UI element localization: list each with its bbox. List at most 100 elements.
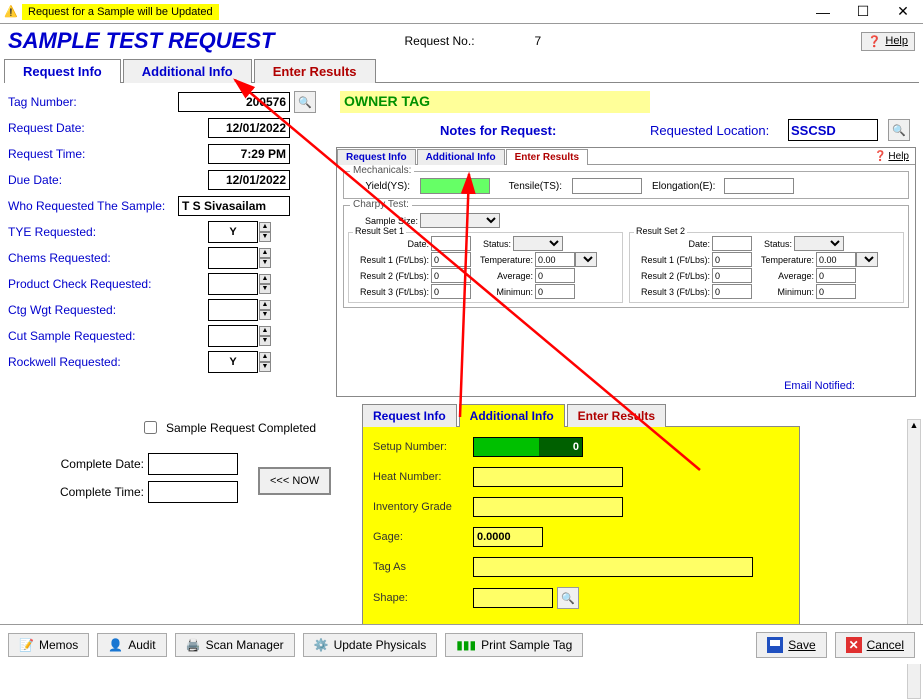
rs1-result1-label: Result 1 (Ft/Lbs): (351, 255, 429, 265)
inventory-grade-input[interactable] (473, 497, 623, 517)
rs2-result2-input[interactable] (712, 268, 752, 283)
spinner-down-icon[interactable]: ▼ (259, 284, 271, 294)
owner-tag-label: OWNER TAG (340, 91, 650, 113)
spinner-up-icon[interactable]: ▲ (259, 222, 271, 232)
who-requested-input[interactable] (178, 196, 290, 216)
rs1-date-input[interactable] (431, 236, 471, 251)
subtab2-enter-results[interactable]: Enter Results (567, 404, 666, 427)
spinner-up-icon[interactable]: ▲ (259, 326, 271, 336)
rs2-result1-input[interactable] (712, 252, 752, 267)
rs1-temp-unit-select[interactable] (575, 252, 597, 267)
due-date-input[interactable] (208, 170, 290, 190)
spinner-down-icon[interactable]: ▼ (259, 336, 271, 346)
cancel-button[interactable]: ✕Cancel (835, 632, 915, 658)
minimize-button[interactable]: — (803, 0, 843, 24)
cut-sample-requested-spinner[interactable]: ▲▼ (208, 325, 258, 347)
help-button[interactable]: ❓ Help (861, 32, 915, 51)
tab-request-info[interactable]: Request Info (4, 59, 121, 83)
shape-input[interactable] (473, 588, 553, 608)
main-tabstrip: Request Info Additional Info Enter Resul… (4, 58, 919, 83)
subtab-additional-info[interactable]: Additional Info (417, 149, 505, 165)
spinner-down-icon[interactable]: ▼ (259, 258, 271, 268)
tag-number-input[interactable] (178, 92, 290, 112)
subtab2-additional-info[interactable]: Additional Info (459, 404, 565, 427)
maximize-button[interactable]: ☐ (843, 0, 883, 24)
left-column: Tag Number: 🔍 Request Date: Request Time… (8, 91, 338, 377)
charpy-test-fieldset: Charpy Test: Sample Size: Result Set 1 D… (343, 205, 909, 308)
complete-time-input[interactable] (148, 481, 238, 503)
tensile-label: Tensile(TS): (500, 181, 562, 192)
close-button[interactable]: ✕ (883, 0, 923, 24)
subtab-enter-results[interactable]: Enter Results (506, 149, 588, 165)
tag-number-search-button[interactable]: 🔍 (294, 91, 316, 113)
rockwell-requested-spinner[interactable]: Y▲▼ (208, 351, 258, 373)
subtab-request-info[interactable]: Request Info (337, 149, 416, 165)
tag-as-input[interactable] (473, 557, 753, 577)
audit-button[interactable]: 👤Audit (97, 633, 166, 657)
spinner-up-icon[interactable]: ▲ (259, 300, 271, 310)
chems-requested-spinner[interactable]: ▲▼ (208, 247, 258, 269)
tye-requested-spinner[interactable]: Y▲▼ (208, 221, 258, 243)
rs1-average-input[interactable] (535, 268, 575, 283)
rs2-date-input[interactable] (712, 236, 752, 251)
mechanicals-legend: Mechanicals: (350, 165, 414, 176)
rs2-status-select[interactable] (794, 236, 844, 251)
rs2-temp-unit-select[interactable] (856, 252, 878, 267)
gage-input[interactable] (473, 527, 543, 547)
subtab2-request-info[interactable]: Request Info (362, 404, 457, 427)
rs2-status-label: Status: (752, 239, 792, 249)
rs1-result1-input[interactable] (431, 252, 471, 267)
request-date-input[interactable] (208, 118, 290, 138)
memos-button[interactable]: 📝Memos (8, 633, 89, 657)
spinner-down-icon[interactable]: ▼ (259, 310, 271, 320)
spinner-up-icon[interactable]: ▲ (259, 274, 271, 284)
request-no-value: 7 (535, 34, 542, 48)
elongation-input[interactable] (724, 178, 794, 194)
shape-label: Shape: (373, 592, 473, 604)
rs1-temperature-input[interactable] (535, 252, 575, 267)
tab-enter-results[interactable]: Enter Results (254, 59, 376, 83)
rs2-date-label: Date: (632, 239, 710, 249)
rs1-result2-input[interactable] (431, 268, 471, 283)
rs2-temperature-label: Temperature: (752, 255, 814, 265)
setup-number-input[interactable] (473, 437, 583, 457)
product-check-requested-spinner[interactable]: ▲▼ (208, 273, 258, 295)
spinner-up-icon[interactable]: ▲ (259, 248, 271, 258)
scan-manager-button[interactable]: 🖨️Scan Manager (175, 633, 295, 657)
result-set-2-legend: Result Set 2 (634, 226, 687, 236)
rs1-result3-input[interactable] (431, 284, 471, 299)
tensile-input[interactable] (572, 178, 642, 194)
tab-additional-info[interactable]: Additional Info (123, 59, 252, 83)
rs2-temperature-input[interactable] (816, 252, 856, 267)
rs1-minimum-input[interactable] (535, 284, 575, 299)
heat-number-input[interactable] (473, 467, 623, 487)
scroll-up-icon[interactable]: ▲ (908, 420, 920, 434)
print-sample-tag-button[interactable]: ▮▮▮Print Sample Tag (445, 633, 583, 657)
rs2-result3-input[interactable] (712, 284, 752, 299)
page-title: SAMPLE TEST REQUEST (8, 28, 274, 54)
request-time-input[interactable] (208, 144, 290, 164)
rs1-status-select[interactable] (513, 236, 563, 251)
result-set-1: Result Set 1 Date:Status: Result 1 (Ft/L… (348, 232, 623, 303)
spinner-down-icon[interactable]: ▼ (259, 232, 271, 242)
search-icon: 🔍 (561, 592, 575, 605)
sample-request-completed-checkbox[interactable] (144, 421, 157, 434)
ctg-wgt-requested-spinner[interactable]: ▲▼ (208, 299, 258, 321)
sample-size-select[interactable] (420, 213, 500, 228)
subpanel-help-button[interactable]: ❓Help (868, 148, 915, 164)
complete-date-input[interactable] (148, 453, 238, 475)
update-physicals-button[interactable]: ⚙️Update Physicals (303, 633, 438, 657)
shape-search-button[interactable]: 🔍 (557, 587, 579, 609)
form-area: Tag Number: 🔍 Request Date: Request Time… (0, 83, 923, 623)
spinner-down-icon[interactable]: ▼ (259, 362, 271, 372)
spinner-up-icon[interactable]: ▲ (259, 352, 271, 362)
requested-location-search-button[interactable]: 🔍 (888, 119, 910, 141)
rs2-minimum-input[interactable] (816, 284, 856, 299)
who-requested-label: Who Requested The Sample: (8, 199, 178, 213)
requested-location-input[interactable] (788, 119, 878, 141)
yield-input[interactable] (420, 178, 490, 194)
rs2-result1-label: Result 1 (Ft/Lbs): (632, 255, 710, 265)
save-button[interactable]: Save (756, 632, 826, 658)
now-button[interactable]: <<< NOW (258, 467, 331, 495)
rs2-average-input[interactable] (816, 268, 856, 283)
